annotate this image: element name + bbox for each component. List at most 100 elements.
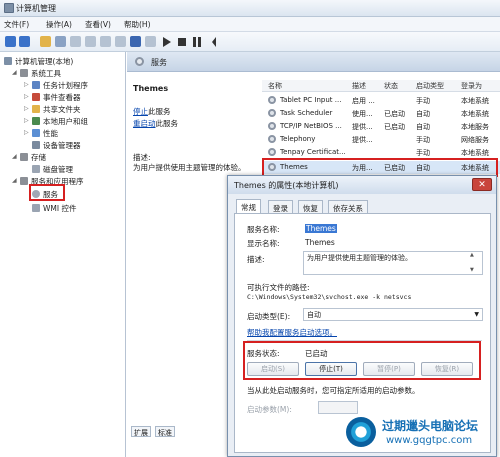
tab-dependencies[interactable]: 依存关系	[328, 200, 368, 213]
service-name-value[interactable]: Themes	[305, 224, 337, 233]
tree-task-scheduler[interactable]: 任务计划程序	[32, 80, 88, 91]
disk-icon	[32, 165, 40, 173]
col-status[interactable]: 状态	[384, 81, 398, 91]
start-parameters-hint: 当从此处启动服务时，您可指定所适用的启动参数。	[247, 386, 420, 395]
export-list-icon[interactable]	[100, 36, 111, 47]
services-header: 服务	[127, 52, 500, 72]
toolbar	[0, 32, 500, 52]
restart-service-link[interactable]: 重启动	[133, 119, 156, 128]
tab-recovery[interactable]: 恢复	[298, 200, 323, 213]
table-row[interactable]: TCP/IP NetBIOS ... 提供... 已启动 自动 本地服务	[262, 120, 500, 133]
clock-icon	[32, 81, 40, 89]
computer-icon	[4, 57, 12, 65]
forward-arrow-icon[interactable]	[19, 36, 30, 47]
computer-management-icon	[4, 3, 14, 13]
tree-event-viewer[interactable]: 事件查看器	[32, 92, 81, 103]
display-name-value[interactable]: Themes	[305, 238, 335, 247]
path-value: C:\Windows\System32\svchost.exe -k netsv…	[247, 293, 412, 301]
expand-arrow-icon[interactable]: ▷	[24, 105, 29, 112]
col-startup[interactable]: 启动类型	[416, 81, 444, 91]
menu-help[interactable]: 帮助(H)	[124, 19, 151, 30]
tree-storage[interactable]: 存储	[20, 152, 46, 163]
show-tree-icon[interactable]	[55, 36, 66, 47]
col-description[interactable]: 描述	[352, 81, 366, 91]
tree-shared-folders[interactable]: 共享文件夹	[32, 104, 81, 115]
tab-extended[interactable]: 扩展	[131, 426, 151, 437]
startup-type-label: 启动类型(E):	[247, 312, 291, 321]
col-logon[interactable]: 登录为	[461, 81, 482, 91]
tab-general[interactable]: 常规	[236, 199, 261, 214]
startup-type-select[interactable]: 自动 ▼	[303, 308, 483, 321]
help-configure-link[interactable]: 帮助我配置服务启动选项。	[247, 327, 337, 338]
tab-logon[interactable]: 登录	[268, 200, 293, 213]
view-tabs: 扩展 标准	[131, 426, 191, 438]
expand-arrow-icon[interactable]: ▷	[24, 93, 29, 100]
dialog-titlebar: Themes 的属性(本地计算机) ✕	[228, 176, 496, 194]
collapse-arrow-icon[interactable]: ◢	[12, 177, 17, 184]
list-header: 名称 描述 状态 启动类型 登录为	[262, 80, 500, 92]
event-viewer-icon	[32, 93, 40, 101]
chevron-down-icon: ▼	[474, 311, 479, 318]
back-arrow-icon[interactable]	[5, 36, 16, 47]
tree-local-users[interactable]: 本地用户和组	[32, 116, 88, 127]
gear-icon	[268, 135, 276, 143]
tree-device-manager[interactable]: 设备管理器	[32, 140, 81, 151]
folder-icon	[32, 105, 40, 113]
collapse-arrow-icon[interactable]: ◢	[12, 69, 17, 76]
close-icon[interactable]: ✕	[472, 178, 492, 191]
console-icon[interactable]	[145, 36, 156, 47]
device-manager-icon	[32, 141, 40, 149]
menu-view[interactable]: 查看(V)	[85, 19, 111, 30]
tab-standard[interactable]: 标准	[155, 426, 175, 437]
watermark: 过期邋头电脑论坛 www.gqgtpc.com	[346, 413, 496, 453]
restart-icon[interactable]	[208, 37, 216, 47]
menu-action[interactable]: 操作(A)	[46, 19, 72, 30]
gear-icon	[268, 109, 276, 117]
menu-file[interactable]: 文件(F)	[4, 19, 29, 30]
header-title: 服务	[151, 58, 167, 67]
watermark-logo-icon	[346, 417, 376, 447]
dialog-title: Themes 的属性(本地计算机)	[234, 181, 339, 190]
window-title: 计算机管理	[16, 4, 56, 13]
display-name-label: 显示名称:	[247, 239, 280, 248]
play-icon[interactable]	[163, 37, 171, 47]
services-highlight-box	[29, 184, 65, 201]
up-folder-icon[interactable]	[40, 36, 51, 47]
properties-icon[interactable]	[70, 36, 81, 47]
collapse-arrow-icon[interactable]: ◢	[12, 153, 17, 160]
description-field[interactable]: 为用户提供使用主题管理的体验。	[303, 251, 483, 275]
table-row[interactable]: Telephony 提供... 手动 网络服务	[262, 133, 500, 146]
table-row[interactable]: Tablet PC Input ... 启用 ... 手动 本地系统	[262, 94, 500, 107]
tree-disk-management[interactable]: 磁盘管理	[32, 164, 73, 175]
scroll-down-icon[interactable]: ▼	[470, 267, 474, 273]
service-detail-name: Themes	[133, 84, 169, 93]
tree-wmi[interactable]: WMI 控件	[32, 203, 76, 214]
help-topic-icon[interactable]	[130, 36, 141, 47]
stop-icon[interactable]	[178, 38, 186, 46]
watermark-url: www.gqgtpc.com	[386, 435, 473, 446]
service-status-highlight-box	[243, 341, 481, 380]
expand-arrow-icon[interactable]: ▷	[24, 81, 29, 88]
watermark-title: 过期邋头电脑论坛	[382, 419, 479, 433]
pause-icon[interactable]	[193, 37, 201, 47]
expand-arrow-icon[interactable]: ▷	[24, 129, 29, 136]
gear-icon	[135, 57, 144, 66]
gear-icon	[268, 96, 276, 104]
tree-root[interactable]: 计算机管理(本地)	[4, 56, 73, 67]
description-label: 描述:	[247, 255, 265, 264]
scroll-up-icon[interactable]: ▲	[470, 252, 474, 258]
col-name[interactable]: 名称	[268, 81, 282, 91]
expand-arrow-icon[interactable]: ▷	[24, 117, 29, 124]
service-name-label: 服务名称:	[247, 225, 280, 234]
stop-service-link[interactable]: 停止	[133, 107, 148, 116]
help-icon[interactable]	[115, 36, 126, 47]
stop-service-line: 停止此服务	[133, 107, 171, 116]
console-tree: 计算机管理(本地) ◢ 系统工具 ▷ 任务计划程序 ▷ 事件查看器 ▷ 共享文件…	[0, 52, 126, 457]
tools-icon	[20, 69, 28, 77]
refresh-icon[interactable]	[85, 36, 96, 47]
table-row[interactable]: Task Scheduler 使用... 已启动 自动 本地系统	[262, 107, 500, 120]
window-titlebar: 计算机管理	[0, 0, 500, 17]
tree-performance[interactable]: 性能	[32, 128, 58, 139]
tree-system-tools[interactable]: 系统工具	[20, 68, 61, 79]
description-text: 为用户提供使用主题管理的体验。	[133, 163, 246, 172]
